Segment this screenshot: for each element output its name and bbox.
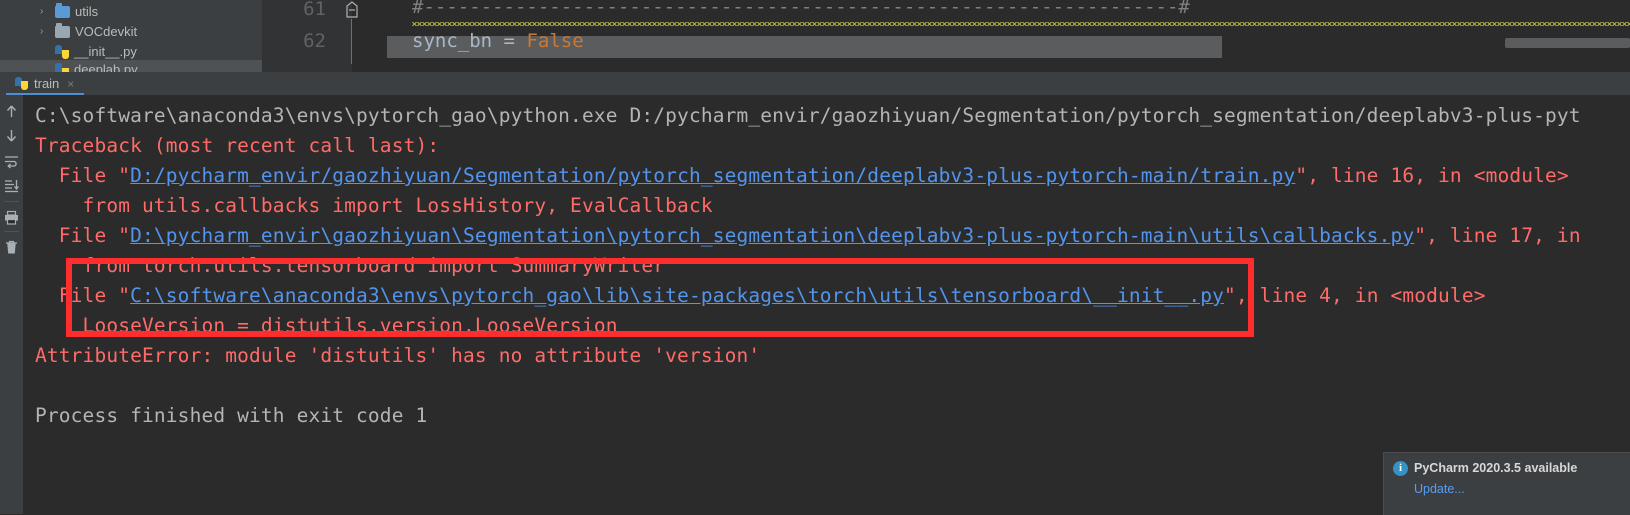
notification-title: PyCharm 2020.3.5 available <box>1414 461 1578 475</box>
tree-item-label: deeplab.py <box>74 62 138 72</box>
frame-2-source: from torch.utils.tensorboard import Summ… <box>35 251 665 281</box>
console-text: AttributeError: module 'distutils' has n… <box>35 344 761 367</box>
chevron-right-icon[interactable]: › <box>40 7 52 17</box>
soft-wrap-icon[interactable] <box>3 153 20 170</box>
console-text: Traceback (most recent call last): <box>35 134 440 157</box>
frame-3-file: File "C:\software\anaconda3\envs\pytorch… <box>35 281 1486 311</box>
project-tool-window[interactable]: › utils › VOCdevkit __init__.py deeplab.… <box>0 0 262 72</box>
python-file-icon <box>15 77 28 90</box>
python-file-icon <box>55 63 69 72</box>
console-text: from torch.utils.tensorboard import Summ… <box>35 254 666 277</box>
console-text: from utils.callbacks import LossHistory,… <box>35 194 713 217</box>
code-operator: = <box>503 30 515 52</box>
frame-3-source: LooseVersion = distutils.version.LooseVe… <box>35 311 618 341</box>
tab-train[interactable]: train × <box>6 72 80 95</box>
console-text: File " <box>35 284 131 307</box>
tree-item-label: __init__.py <box>74 44 137 59</box>
console-toolbar <box>0 95 23 514</box>
run-tool-window-tabbar: train × <box>0 72 1630 96</box>
info-icon: i <box>1393 461 1408 476</box>
warning-squiggle <box>412 22 1630 26</box>
traceback-header: Traceback (most recent call last): <box>35 131 439 161</box>
editor-gutter[interactable]: 61 62 <box>262 0 352 72</box>
folder-icon <box>55 23 70 38</box>
frame-2-file: File "D:\pycharm_envir\gaozhiyuan\Segmen… <box>35 221 1581 251</box>
tab-label: train <box>34 76 60 91</box>
arrow-down-icon[interactable] <box>3 127 20 144</box>
fold-guide-line <box>351 19 352 64</box>
console-text: ", line 16, in <module> <box>1295 164 1569 187</box>
file-path-link[interactable]: C:\software\anaconda3\envs\pytorch_gao\l… <box>130 284 1224 307</box>
code-line-62: sync_bn = False <box>412 30 584 52</box>
editor-top-strip: › utils › VOCdevkit __init__.py deeplab.… <box>0 0 1630 72</box>
error-line: AttributeError: module 'distutils' has n… <box>35 341 760 371</box>
tree-item-deeplab-py[interactable]: deeplab.py <box>0 60 262 72</box>
frame-1-file: File "D:/pycharm_envir/gaozhiyuan/Segmen… <box>35 161 1569 191</box>
tree-item-vocdevkit[interactable]: › VOCdevkit <box>0 22 262 42</box>
code-line-61: #---------------------------------------… <box>412 0 1190 18</box>
close-icon[interactable]: × <box>67 78 74 90</box>
tree-item-label: utils <box>75 4 99 19</box>
command-line: C:\software\anaconda3\envs\pytorch_gao\p… <box>35 101 1581 131</box>
line-number: 61 <box>303 0 326 20</box>
console-text: C:\software\anaconda3\envs\pytorch_gao\p… <box>35 104 1581 127</box>
tree-item-utils[interactable]: › utils <box>0 2 262 22</box>
console-text: File " <box>35 164 131 187</box>
code-value: False <box>526 30 584 52</box>
toolbar-separator <box>4 201 19 202</box>
console-text: LooseVersion = distutils.version.LooseVe… <box>35 314 618 337</box>
update-link[interactable]: Update... <box>1414 482 1465 496</box>
toolbar-separator <box>4 231 19 232</box>
process-exit-line: Process finished with exit code 1 <box>35 401 427 431</box>
console-text: ", line 4, in <module> <box>1224 284 1486 307</box>
code-fold-icon[interactable] <box>345 1 359 19</box>
arrow-up-icon[interactable] <box>3 103 20 120</box>
print-icon[interactable] <box>3 209 20 226</box>
file-path-link[interactable]: D:/pycharm_envir/gaozhiyuan/Segmentation… <box>130 164 1295 187</box>
code-editor-sliver[interactable]: 61 62 #---------------------------------… <box>262 0 1630 72</box>
python-file-icon <box>55 45 69 59</box>
file-path-link[interactable]: D:\pycharm_envir\gaozhiyuan\Segmentation… <box>130 224 1414 247</box>
scroll-to-end-icon[interactable] <box>3 177 20 194</box>
tree-item-init-py[interactable]: __init__.py <box>0 42 262 62</box>
update-notification-balloon[interactable]: i PyCharm 2020.3.5 available Update... <box>1383 452 1630 515</box>
console-text: File " <box>35 224 131 247</box>
frame-1-source: from utils.callbacks import LossHistory,… <box>35 191 713 221</box>
chevron-right-icon[interactable]: › <box>40 27 52 37</box>
horizontal-scrollbar[interactable] <box>1505 38 1630 48</box>
console-text: Process finished with exit code 1 <box>35 404 428 427</box>
console-text: ", line 17, in <box>1414 224 1581 247</box>
trash-icon[interactable] <box>3 239 20 256</box>
folder-icon <box>55 3 70 18</box>
tree-item-label: VOCdevkit <box>75 24 138 39</box>
line-number: 62 <box>303 30 326 52</box>
code-variable-name: sync_bn <box>412 30 493 52</box>
